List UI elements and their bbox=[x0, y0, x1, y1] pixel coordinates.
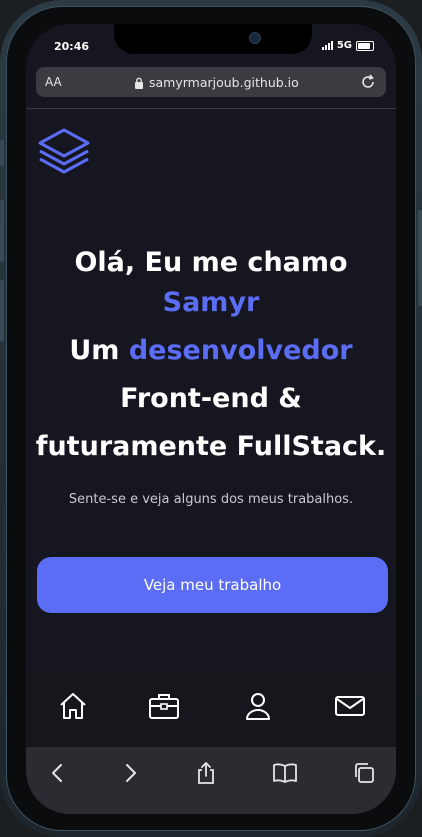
volume-up-button bbox=[0, 200, 4, 262]
bottom-nav bbox=[26, 669, 396, 747]
hero-subtitle: Sente-se e veja alguns dos meus trabalho… bbox=[68, 492, 354, 507]
mail-icon[interactable] bbox=[334, 691, 366, 721]
url-display[interactable]: samyrmarjoub.github.io bbox=[134, 75, 299, 90]
text-size-button[interactable]: AA bbox=[45, 75, 62, 89]
page-content: Olá, Eu me chamo Samyr Um desenvolvedor … bbox=[26, 109, 396, 669]
status-indicators: 5G bbox=[321, 40, 374, 51]
home-icon[interactable] bbox=[58, 691, 88, 721]
phone-frame: 20:46 5G AA samyrmarjoub.github.io Olá, … bbox=[0, 0, 422, 837]
address-bar[interactable]: AA samyrmarjoub.github.io bbox=[36, 67, 386, 97]
briefcase-icon[interactable] bbox=[148, 691, 180, 721]
status-bar: 20:46 5G bbox=[26, 38, 396, 56]
hero-role-prefix: Um bbox=[69, 335, 120, 366]
bookmarks-icon[interactable] bbox=[272, 761, 298, 785]
volume-down-button bbox=[0, 280, 4, 342]
hero-heading: Olá, Eu me chamo Samyr Um desenvolvedor … bbox=[26, 239, 396, 471]
see-work-button[interactable]: Veja meu trabalho bbox=[37, 557, 388, 613]
tabs-icon[interactable] bbox=[352, 761, 376, 785]
back-icon[interactable] bbox=[46, 761, 70, 785]
hero-line-role: Um desenvolvedor bbox=[26, 327, 396, 375]
share-icon[interactable] bbox=[194, 761, 218, 785]
lock-icon bbox=[135, 77, 143, 89]
hero-line-fullstack: futuramente FullStack. bbox=[35, 431, 387, 462]
side-button bbox=[0, 140, 4, 166]
battery-icon bbox=[356, 40, 374, 51]
network-type: 5G bbox=[336, 40, 352, 51]
user-icon[interactable] bbox=[243, 691, 273, 721]
reload-icon[interactable] bbox=[358, 72, 378, 92]
status-time: 20:46 bbox=[54, 40, 90, 53]
hero-role-accent: desenvolvedor bbox=[128, 335, 353, 366]
power-button bbox=[418, 210, 422, 306]
safari-toolbar bbox=[26, 747, 396, 814]
signal-icon bbox=[321, 41, 333, 50]
hero-line-frontend: Front-end & bbox=[120, 383, 302, 414]
screen: 20:46 5G AA samyrmarjoub.github.io Olá, … bbox=[26, 24, 396, 814]
forward-icon[interactable] bbox=[118, 761, 142, 785]
stack-logo-icon[interactable] bbox=[36, 127, 92, 177]
url-text: samyrmarjoub.github.io bbox=[149, 75, 299, 90]
